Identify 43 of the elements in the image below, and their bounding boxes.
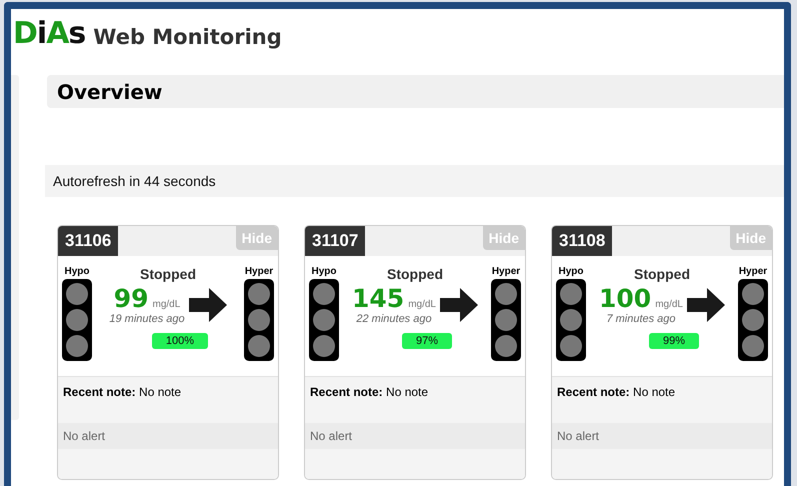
alert-text: No alert: [305, 423, 525, 449]
autorefresh-text: Autorefresh in 44 seconds: [45, 165, 784, 197]
alert-text: No alert: [58, 423, 278, 449]
recent-note: Recent note: No note: [58, 376, 278, 423]
app-title: Web Monitoring: [93, 25, 282, 49]
hypo-label: Hypo: [312, 266, 336, 277]
status-text: Stopped: [634, 266, 690, 282]
patient-id: 31107: [305, 226, 366, 256]
hypo-label: Hypo: [64, 266, 90, 277]
hyper-label: Hyper: [738, 266, 768, 277]
unit-label: mg/dL: [152, 299, 180, 310]
recent-note: Recent note: No note: [552, 376, 772, 423]
patient-id: 31108: [552, 226, 612, 256]
time-ago: 19 minutes ago: [109, 313, 185, 325]
percent-badge: 97%: [402, 333, 452, 349]
recent-note: Recent note: No note: [305, 376, 525, 423]
traffic-light-icon: [738, 279, 768, 361]
traffic-light-icon: [244, 279, 274, 361]
page-title: Overview: [57, 80, 162, 104]
traffic-light-icon: [556, 279, 586, 361]
time-ago: 22 minutes ago: [356, 313, 432, 325]
unit-label: mg/dL: [655, 299, 683, 310]
arrow-icon: [440, 288, 478, 322]
glucose-value: 145: [352, 284, 404, 313]
glucose-value: 100: [599, 284, 652, 313]
patient-id: 31106: [58, 226, 118, 256]
percent-badge: 99%: [648, 333, 700, 349]
hyper-label: Hyper: [244, 266, 274, 277]
arrow-icon: [188, 288, 227, 322]
hypo-label: Hypo: [558, 266, 584, 277]
traffic-light-icon: [62, 279, 92, 361]
alert-text: No alert: [552, 423, 772, 449]
traffic-light-icon: [491, 279, 521, 361]
time-ago: 7 minutes ago: [606, 313, 676, 325]
traffic-light-icon: [309, 279, 339, 361]
hyper-label: Hyper: [492, 266, 520, 277]
percent-badge: 100%: [152, 333, 208, 349]
glucose-value: 99: [114, 284, 148, 313]
status-text: Stopped: [387, 266, 443, 282]
unit-label: mg/dL: [408, 299, 436, 310]
status-text: Stopped: [140, 266, 196, 282]
arrow-icon: [686, 288, 725, 322]
logo: DiAs: [13, 19, 86, 49]
